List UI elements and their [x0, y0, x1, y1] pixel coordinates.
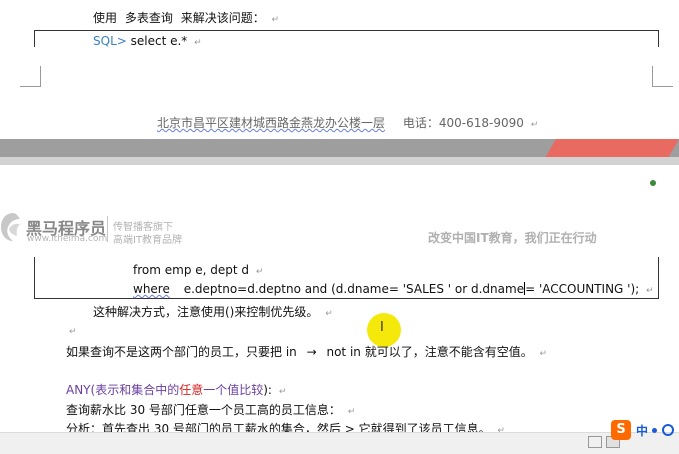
header-slogan: 改变中国IT教育，我们正在行动: [428, 231, 597, 245]
body-line-2: 如果查询不是这两个部门的员工，只要把 in → not in 就可以了，注意不能…: [66, 343, 547, 360]
mouse-highlight: [367, 313, 401, 347]
paragraph-mark: ↵: [255, 267, 264, 277]
paragraph-mark: ↵: [347, 407, 356, 417]
sql-line: SQL> select e.* ↵: [93, 34, 202, 48]
text-span: 如果查询不是这两个部门的员工，只要把 in: [66, 345, 297, 359]
sql-where-line: where e.deptno=d.deptno and (d.dname= 'S…: [133, 282, 654, 296]
code-box-left-border: [34, 30, 35, 47]
logo-tagline-2: 高端IT教育品牌: [113, 235, 183, 246]
sql-code: select e.*: [130, 34, 188, 48]
paragraph-mark: ↵: [646, 286, 654, 296]
sogou-icon[interactable]: S: [611, 420, 631, 440]
any-keyword: ANY(: [66, 383, 96, 397]
sql-keyword: where: [133, 282, 170, 296]
sql-prompt: SQL>: [93, 34, 127, 48]
page-corner-mark-right: [652, 66, 673, 87]
text-span: 多表查询: [124, 11, 173, 25]
logo-divider: [107, 216, 108, 242]
text-span: ):: [263, 383, 272, 397]
paragraph-mark: ↵: [278, 387, 287, 397]
text-span: 使用: [93, 11, 118, 25]
sql-code: = 'ACCOUNTING ');: [525, 282, 640, 296]
view-mode-icon[interactable]: [588, 436, 602, 448]
paragraph-mark: ↵: [530, 120, 539, 130]
ime-punct-icon[interactable]: [652, 428, 657, 433]
paragraph-mark: ↵: [69, 327, 77, 337]
body-line-1: 这种解决方式，注意使用()来控制优先级。 ↵: [93, 303, 333, 320]
page-gap: [0, 157, 679, 165]
i-beam-cursor-icon: I: [380, 320, 384, 335]
footer-address: 北京市昌平区建材城西路金燕龙办公楼一层: [157, 116, 386, 130]
page-footer: 北京市昌平区建材城西路金燕龙办公楼一层 电话：400-618-9090 ↵: [157, 114, 538, 131]
status-bar: [0, 432, 679, 454]
heima-logo-icon: [0, 211, 26, 243]
text-span: 来解决该问题：: [180, 11, 265, 25]
footer-phone: 电话：400-618-9090: [402, 116, 524, 130]
scroll-marker-icon: [650, 180, 656, 186]
sql-code: e.deptno=d.deptno and (d.dname= 'SALES '…: [183, 282, 525, 296]
text-span: 表示和集合中的: [95, 383, 180, 397]
sql-code: from emp e, dept d: [133, 263, 250, 277]
paragraph-mark: ↵: [539, 349, 548, 359]
code-box-left-border: [34, 257, 35, 299]
text-span: 一个值比较: [203, 383, 264, 397]
paragraph-mark: ↵: [271, 15, 280, 25]
page-corner-mark-left: [20, 66, 41, 87]
doc-line-top: 使用 多表查询 来解决该问题： ↵: [93, 9, 279, 26]
code-box-right-border: [658, 30, 659, 47]
text-span: 这种解决方式，注意使用()来控制优先级。: [93, 305, 319, 319]
text-span: 查询薪水比 30 号部门任意一个员工高的员工信息：: [66, 403, 341, 417]
code-box-right-border: [658, 257, 659, 299]
highlight-text: 任意: [179, 383, 204, 397]
sql-from-line: from emp e, dept d ↵: [133, 263, 263, 277]
ime-mode-label[interactable]: 中: [636, 422, 648, 439]
ime-emoji-icon[interactable]: [662, 424, 674, 436]
code-box-top-border: [34, 30, 659, 31]
paragraph-mark: ↵: [325, 309, 333, 319]
header-accent-stripe: [545, 139, 679, 157]
text-span: not in 就可以了，注意不能含有空值。: [326, 345, 533, 359]
code-box-bottom-border: [34, 298, 659, 299]
body-line-4: 查询薪水比 30 号部门任意一个员工高的员工信息： ↵: [66, 401, 355, 418]
logo-url: www.itheima.com: [27, 234, 108, 244]
arrow-symbol: →: [306, 345, 317, 359]
body-line-any: ANY(表示和集合中的任意一个值比较): ↵: [66, 381, 286, 398]
paragraph-mark: ↵: [194, 38, 202, 48]
